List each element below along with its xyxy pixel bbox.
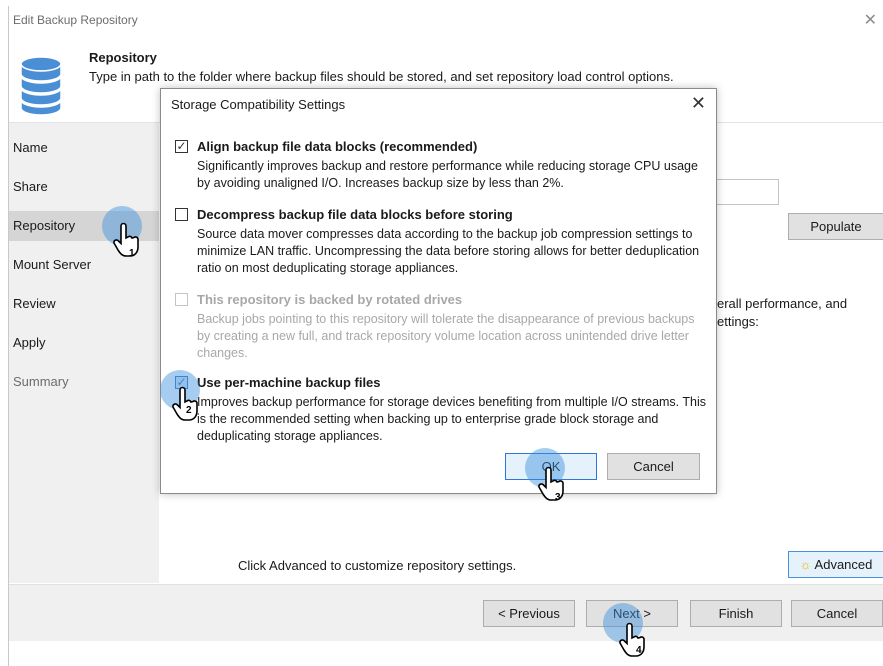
database-icon [20, 56, 62, 116]
option-description: Source data mover compresses data accord… [197, 227, 700, 275]
settings-text-fragment-1: erall performance, and [717, 296, 848, 311]
option-description: Backup jobs pointing to this repository … [197, 312, 695, 360]
settings-text-fragment-2: ettings: [717, 314, 759, 329]
window-title: Edit Backup Repository [13, 13, 138, 27]
pointer-hand-icon [538, 466, 564, 501]
nav-item-summary: Summary [13, 374, 69, 389]
align-blocks-checkbox[interactable]: ✓ [175, 140, 188, 153]
step-number: 2 [186, 405, 192, 416]
step-number: 3 [555, 492, 561, 503]
previous-button[interactable]: < Previous [483, 600, 575, 627]
option-label[interactable]: Decompress backup file data blocks befor… [197, 207, 513, 222]
page-subtitle: Type in path to the folder where backup … [89, 69, 674, 84]
pointer-hand-icon [619, 622, 645, 657]
pointer-hand-icon [172, 386, 198, 421]
pointer-hand-icon [113, 222, 139, 257]
option-label[interactable]: Use per-machine backup files [197, 375, 381, 390]
dialog-close-icon[interactable]: ✕ [691, 93, 706, 114]
advanced-button[interactable]: ☼ Advanced [788, 551, 883, 578]
option-label: This repository is backed by rotated dri… [197, 292, 463, 307]
option-description: Improves backup performance for storage … [197, 395, 707, 443]
page-title: Repository [89, 50, 157, 65]
populate-button[interactable]: Populate [788, 213, 883, 240]
finish-button[interactable]: Finish [690, 600, 782, 627]
option-description: Significantly improves backup and restor… [197, 159, 698, 190]
dialog-cancel-button[interactable]: Cancel [607, 453, 700, 480]
wizard-nav: Name Share Repository Mount Server Revie… [9, 123, 159, 583]
advanced-gear-icon: ☼ [799, 557, 812, 572]
window-close-icon[interactable]: ✕ [864, 10, 877, 30]
step-number: 4 [636, 645, 642, 656]
path-input[interactable] [709, 179, 779, 205]
nav-item-share[interactable]: Share [9, 172, 159, 202]
decompress-blocks-checkbox[interactable] [175, 208, 188, 221]
rotated-drives-checkbox [175, 293, 188, 306]
step-number: 1 [129, 248, 135, 259]
advanced-button-label: Advanced [814, 557, 873, 572]
storage-compatibility-dialog: Storage Compatibility Settings ✕ ✓ Align… [160, 88, 717, 494]
nav-item-name[interactable]: Name [9, 133, 159, 163]
option-label[interactable]: Align backup file data blocks (recommend… [197, 139, 477, 154]
nav-item-review[interactable]: Review [9, 289, 159, 319]
advanced-hint: Click Advanced to customize repository s… [238, 558, 517, 573]
dialog-title: Storage Compatibility Settings [171, 97, 346, 112]
nav-item-apply[interactable]: Apply [9, 328, 159, 358]
cancel-button[interactable]: Cancel [791, 600, 883, 627]
